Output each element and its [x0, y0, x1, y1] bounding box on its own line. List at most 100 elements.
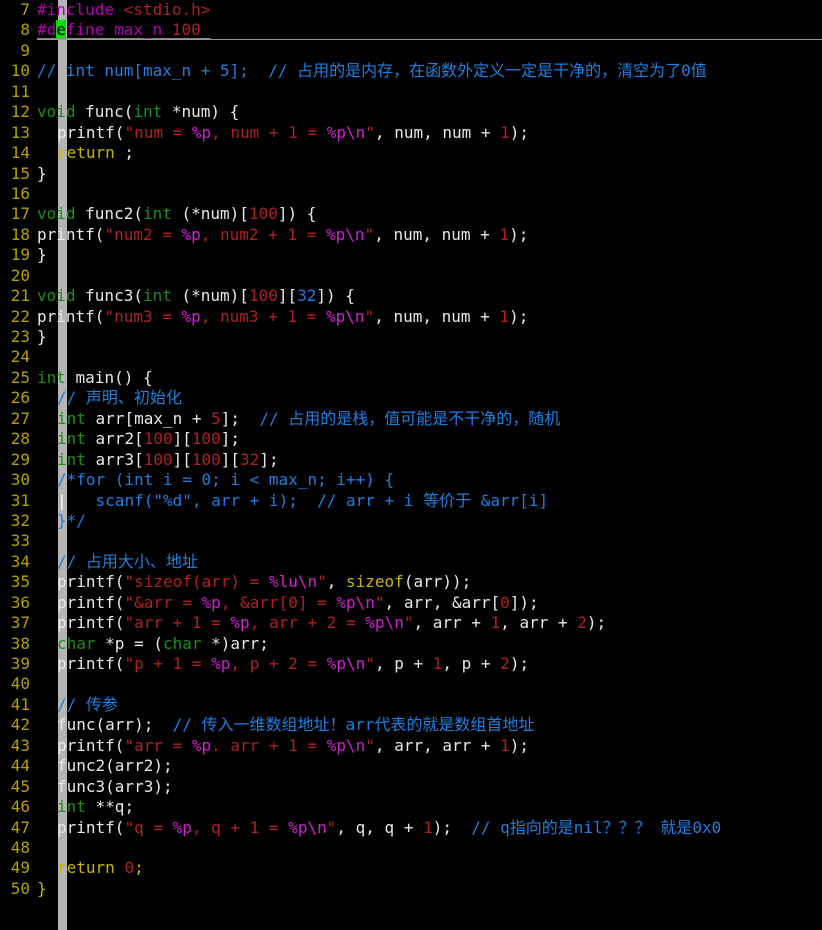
line-text[interactable]: printf("&arr = %p, &arr[0] = %p\n", arr,… [37, 593, 539, 613]
code-token: func( [75, 102, 134, 122]
code-token: ]) { [277, 204, 317, 224]
line-text[interactable]: } [37, 879, 47, 899]
line-text[interactable]: func3(arr3); [37, 777, 173, 797]
code-line[interactable]: 20 [0, 266, 822, 286]
code-line[interactable]: 9 [0, 41, 822, 61]
code-token: 1 [423, 817, 433, 837]
code-line[interactable]: 48 [0, 838, 822, 858]
code-line[interactable]: 39 printf("p + 1 = %p, p + 2 = %p\n", p +… [0, 654, 822, 674]
code-line[interactable]: 18 printf("num2 = %p, num2 + 1 = %p\n", n… [0, 225, 822, 245]
code-token: // 声明、初始化 [57, 388, 182, 408]
line-text[interactable]: int main() { [37, 368, 153, 388]
code-token: , q + [191, 817, 250, 837]
code-line[interactable]: 31 | scanf("%d", arr + i); // arr + i 等价于… [0, 491, 822, 511]
line-text[interactable]: printf("arr = %p. arr + 1 = %p\n", arr, … [37, 736, 529, 756]
code-line[interactable]: 24 [0, 347, 822, 367]
line-text[interactable]: #define max_n 100 [37, 20, 210, 40]
code-token: , arr + [249, 613, 327, 633]
code-line[interactable]: 12 void func(int *num) { [0, 102, 822, 122]
code-line[interactable]: 47 printf("q = %p, q + 1 = %p\n", q, q + … [0, 818, 822, 838]
code-line[interactable]: 27 int arr[max_n + 5]; // 占用的是栈，值可能是不干净的，… [0, 409, 822, 429]
code-token: 0 [500, 592, 510, 612]
code-token: }*/ [57, 510, 86, 530]
line-text[interactable]: func(arr); // 传入一维数组地址！arr代表的就是数组首地址 [37, 715, 534, 735]
line-text[interactable]: // int num[max_n + 5]; // 占用的是内存，在函数外定义一… [37, 61, 707, 81]
code-line[interactable]: 33 [0, 531, 822, 551]
code-line[interactable]: 45 func3(arr3); [0, 777, 822, 797]
code-line[interactable]: 46 int **q; [0, 797, 822, 817]
code-line[interactable]: 26 // 声明、初始化 [0, 388, 822, 408]
code-line[interactable]: 21 void func3(int (*num)[100][32]) { [0, 286, 822, 306]
code-line[interactable]: 7 #include <stdio.h> [0, 0, 822, 20]
code-line[interactable]: 40 [0, 674, 822, 694]
block-indent-marker: | [57, 490, 67, 510]
line-text[interactable]: printf("num2 = %p, num2 + 1 = %p\n", num… [37, 225, 528, 245]
line-text[interactable]: func2(arr2); [37, 756, 173, 776]
line-text[interactable]: int arr3[100][100][32]; [37, 450, 279, 470]
line-text[interactable]: char *p = (char *)arr; [37, 634, 269, 654]
code-line[interactable]: 8 #define max_n 100 [0, 20, 822, 40]
line-text[interactable]: int **q; [37, 797, 134, 817]
line-text[interactable]: // 占用大小、地址 [37, 552, 198, 572]
line-text[interactable]: #include <stdio.h> [37, 0, 210, 20]
code-line[interactable]: 36 printf("&arr = %p, &arr[0] = %p\n", ar… [0, 593, 822, 613]
line-text[interactable]: printf("p + 1 = %p, p + 2 = %p\n", p + 1… [37, 654, 529, 674]
line-text[interactable]: | scanf("%d", arr + i); // arr + i 等价于 &… [37, 491, 548, 511]
code-line[interactable]: 35 printf("sizeof(arr) = %lu\n", sizeof(a… [0, 572, 822, 592]
line-text[interactable]: void func2(int (*num)[100]) { [37, 204, 316, 224]
code-line[interactable]: 49 return 0; [0, 858, 822, 878]
line-number: 45 [10, 776, 30, 796]
line-number: 27 [10, 408, 30, 428]
line-text[interactable]: // 声明、初始化 [37, 388, 182, 408]
code-line[interactable]: 34 // 占用大小、地址 [0, 552, 822, 572]
line-text[interactable]: return ; [37, 143, 134, 163]
line-text[interactable]: // 传参 [37, 695, 118, 715]
code-token: ][ [277, 286, 298, 306]
code-line[interactable]: 30 /*for (int i = 0; i < max_n; i++) { [0, 470, 822, 490]
code-line[interactable]: 22 printf("num3 = %p, num3 + 1 = %p\n", n… [0, 307, 822, 327]
line-text[interactable]: printf("arr + 1 = %p, arr + 2 = %p\n", a… [37, 613, 606, 633]
code-token: return [57, 858, 115, 878]
line-text[interactable]: } [37, 327, 47, 347]
code-line[interactable]: 28 int arr2[100][100]; [0, 429, 822, 449]
code-line[interactable]: 11 [0, 82, 822, 102]
code-token: // 占用大小、地址 [57, 551, 198, 571]
code-line[interactable]: 43 printf("arr = %p. arr + 1 = %p\n", arr… [0, 736, 822, 756]
code-token: func(arr); [57, 715, 173, 735]
line-text[interactable]: } [37, 164, 47, 184]
code-line[interactable]: 13 printf("num = %p, num + 1 = %p\n", num… [0, 123, 822, 143]
code-line[interactable]: 14 return ; [0, 143, 822, 163]
code-token: 100 [143, 449, 173, 469]
code-line[interactable]: 32}*/ [0, 511, 822, 531]
line-text[interactable]: void func3(int (*num)[100][32]) { [37, 286, 355, 306]
line-text[interactable]: printf("q = %p, q + 1 = %p\n", q, q + 1)… [37, 818, 721, 838]
code-line[interactable]: 41 // 传参 [0, 695, 822, 715]
code-line[interactable]: 16 [0, 184, 822, 204]
code-line[interactable]: 19} [0, 245, 822, 265]
line-text[interactable]: return 0; [37, 858, 144, 878]
code-line[interactable]: 10 // int num[max_n + 5]; // 占用的是内存，在函数外定… [0, 61, 822, 81]
code-line[interactable]: 25 int main() { [0, 368, 822, 388]
line-text[interactable]: }*/ [37, 511, 86, 531]
code-line[interactable]: 23} [0, 327, 822, 347]
code-line[interactable]: 15} [0, 164, 822, 184]
line-text[interactable]: void func(int *num) { [37, 102, 239, 122]
code-content-area[interactable]: 7 #include <stdio.h> 8 #define max_n 100 91… [0, 0, 822, 899]
line-number: 20 [10, 265, 30, 285]
line-text[interactable]: int arr[max_n + 5]; // 占用的是栈，值可能是不干净的，随机 [37, 409, 560, 429]
line-text[interactable]: int arr2[100][100]; [37, 429, 240, 449]
line-text[interactable]: } [37, 245, 47, 265]
line-text[interactable]: printf("num3 = %p, num3 + 1 = %p\n", num… [37, 307, 528, 327]
code-editor-window[interactable]: 7 #include <stdio.h> 8 #define max_n 100 91… [0, 0, 822, 930]
line-text[interactable]: printf("num = %p, num + 1 = %p\n", num, … [37, 123, 529, 143]
code-line[interactable]: 17 void func2(int (*num)[100]) { [0, 204, 822, 224]
code-line[interactable]: 37 printf("arr + 1 = %p, arr + 2 = %p\n",… [0, 613, 822, 633]
code-line[interactable]: 42 func(arr); // 传入一维数组地址！arr代表的就是数组首地址 [0, 715, 822, 735]
line-text[interactable]: /*for (int i = 0; i < max_n; i++) { [37, 470, 394, 490]
code-line[interactable]: 44 func2(arr2); [0, 756, 822, 776]
code-line[interactable]: 38 char *p = (char *)arr; [0, 634, 822, 654]
code-line[interactable]: 29 int arr3[100][100][32]; [0, 450, 822, 470]
line-text[interactable]: printf("sizeof(arr) = %lu\n", sizeof(arr… [37, 572, 471, 592]
code-token: printf( [57, 613, 125, 633]
code-line[interactable]: 50} [0, 879, 822, 899]
